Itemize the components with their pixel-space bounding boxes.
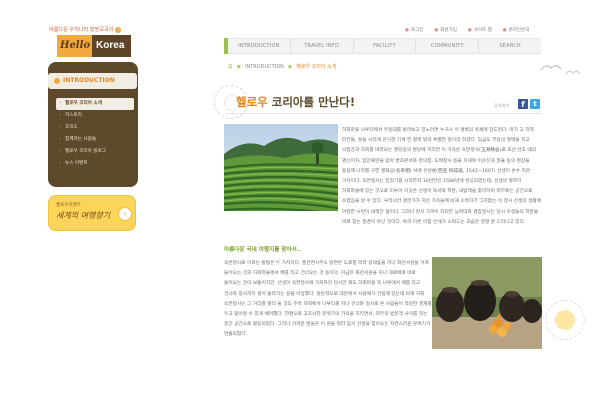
sidebar-heading: INTRODUCTION (48, 73, 137, 89)
sitemap-link[interactable]: ● 사이트 맵 (468, 27, 492, 33)
intro-paragraph: 하회마을 나루터에서 부용대를 바라보고 있노라면 누구나 이 절벽의 위세에 … (342, 128, 542, 225)
sidebar-item-intro[interactable]: 헬로우 코리아 소개 (56, 98, 134, 110)
sidebar-menu: 헬로우 코리아 소개 히스토리 조직도 함께하는 사람들 헬로우 코리아 블로그… (56, 98, 134, 170)
sun-icon (54, 78, 60, 84)
logo-hello: Hello (57, 35, 93, 57)
share-label: 공유하기 (494, 103, 510, 108)
sidebar-item-organization[interactable]: 조직도 (56, 122, 134, 134)
inquiry-link[interactable]: ● 온라인문의 (503, 27, 530, 33)
title-divider (226, 113, 542, 114)
sidebar-item-news[interactable]: 뉴스 이벤트 (56, 158, 134, 170)
global-nav: INTRODUCTION TRAVEL INFO FACILITY COMMUN… (224, 38, 541, 54)
breadcrumb-separator-icon: ◉ (287, 63, 293, 70)
signup-link[interactable]: ● 회원가입 (434, 27, 457, 33)
logo-tagline: 아름다운 우리나라 방방곡곡의 i (49, 26, 122, 33)
facebook-icon[interactable]: f (518, 99, 528, 109)
nav-search[interactable]: SEARCH (479, 39, 541, 53)
twitter-icon[interactable]: t (530, 99, 540, 109)
chevron-right-icon[interactable]: › (118, 207, 132, 221)
breadcrumb-home[interactable]: 홈 (228, 63, 233, 70)
onggi-jars-photo (432, 257, 542, 349)
bird-icon (540, 65, 562, 71)
nav-travel-info[interactable]: TRAVEL INFO (291, 39, 354, 53)
breadcrumb-level1[interactable]: INTRODUCTION (245, 64, 284, 70)
utility-links: ● 로그인 ● 회원가입 ● 사이트 맵 ● 온라인문의 (405, 27, 529, 33)
tea-field-photo (224, 124, 338, 211)
banner-label: 헬로우이벤트 (56, 203, 81, 208)
sidebar-item-blog[interactable]: 헬로우 코리아 블로그 (56, 146, 134, 158)
logo-korea: Korea (92, 35, 131, 57)
breadcrumb-separator-icon: ◉ (236, 63, 241, 70)
nav-facility[interactable]: FACILITY (354, 39, 417, 53)
directions-paragraph: 옥연정사로 이르는 방법은 두 가지이다. 풍천면사무소 방면은 도로를 따라 … (224, 261, 432, 338)
info-badge-icon: i (115, 26, 122, 33)
breadcrumb-current: 헬로우 코리아 소개 (296, 64, 337, 70)
nav-introduction[interactable]: INTRODUCTION (228, 39, 291, 53)
event-banner[interactable]: 헬로우이벤트 세계의 여행향기 › (48, 195, 136, 231)
page-title: 헬로우 코리아를 만난다! (236, 95, 356, 109)
banner-title: 세계의 여행향기 (56, 211, 111, 220)
nav-community[interactable]: COMMUNITY (416, 39, 480, 53)
bird-icon (565, 70, 581, 75)
sun-decoration-icon (555, 310, 575, 330)
breadcrumb: 홈 ◉ INTRODUCTION ◉ 헬로우 코리아 소개 (228, 63, 337, 71)
sidebar-item-history[interactable]: 히스토리 (56, 110, 134, 122)
site-logo[interactable]: Hello Korea (57, 35, 131, 57)
sidebar-item-people[interactable]: 함께하는 사람들 (56, 134, 134, 146)
login-link[interactable]: ● 로그인 (405, 27, 423, 33)
section-subtitle: 아름다운 국내 여행지를 찾아서.. (224, 247, 301, 253)
